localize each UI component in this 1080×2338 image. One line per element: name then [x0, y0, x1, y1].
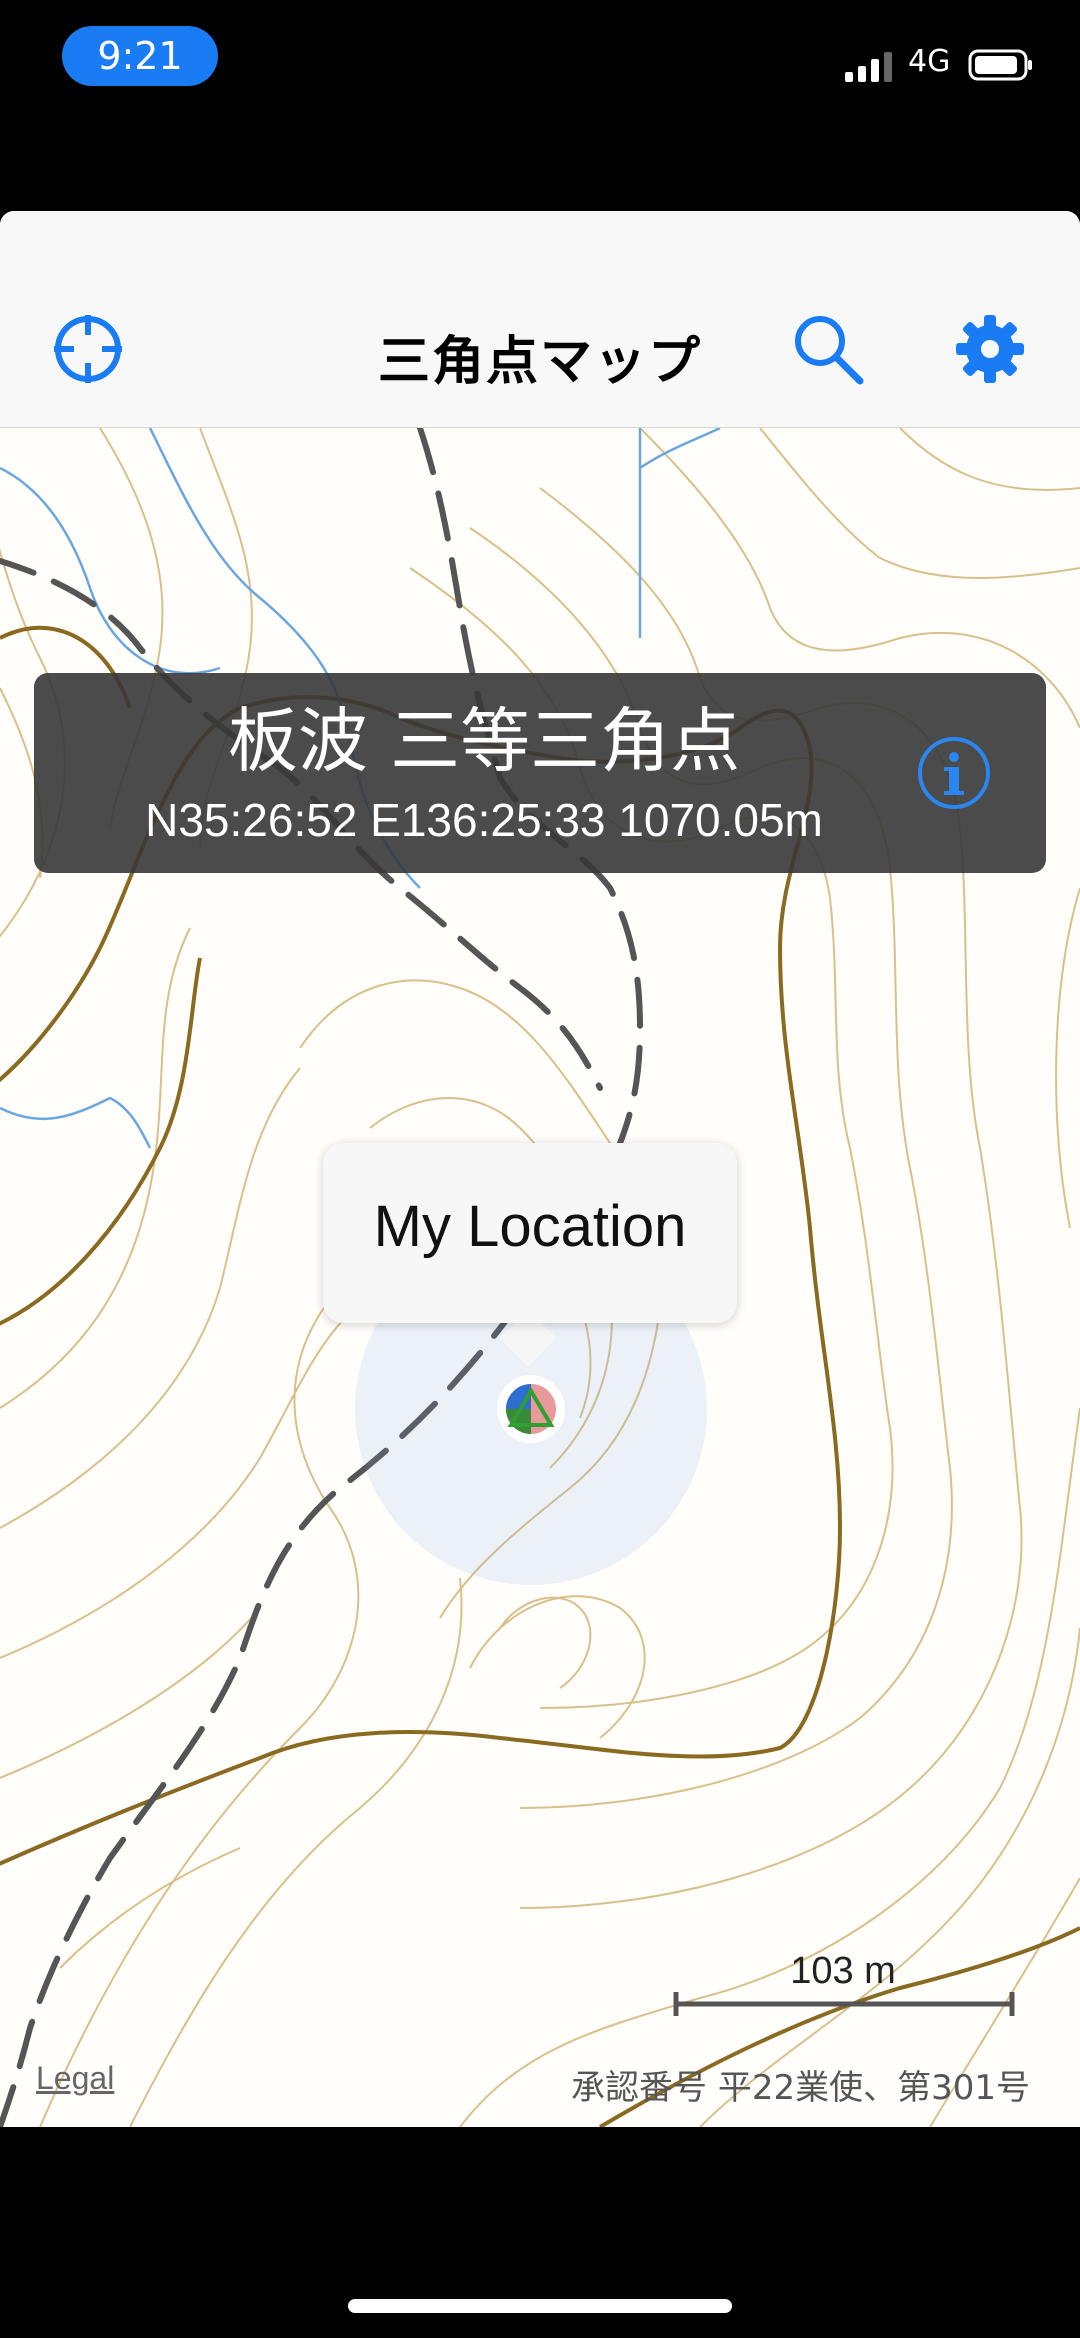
- network-type: 4G: [908, 44, 951, 79]
- navigation-bar: 三角点マップ: [0, 211, 1080, 428]
- battery-icon: [968, 49, 1032, 81]
- scale-bar: [673, 1992, 1015, 2016]
- search-icon[interactable]: [790, 311, 866, 387]
- signal-icon: [845, 52, 892, 82]
- gear-icon[interactable]: [952, 311, 1028, 387]
- status-bar: 9:21 4G: [0, 0, 1080, 130]
- home-indicator[interactable]: [348, 2299, 732, 2313]
- info-title: 板波 三等三角点: [227, 700, 741, 782]
- legal-link[interactable]: Legal: [36, 2060, 114, 2097]
- triangulation-info-panel[interactable]: 板波 三等三角点 N35:26:52 E136:25:33 1070.05m: [34, 673, 1046, 873]
- callout-label: My Location: [373, 1194, 687, 1259]
- page-title: 三角点マップ: [377, 332, 702, 392]
- info-coordinates: N35:26:52 E136:25:33 1070.05m: [145, 794, 823, 846]
- location-callout[interactable]: My Location: [323, 1143, 737, 1323]
- scale-label: 103 m: [790, 1950, 896, 1992]
- user-location-marker[interactable]: [495, 1373, 567, 1445]
- status-time: 9:21: [62, 26, 218, 86]
- map-attribution: 承認番号 平22業使、第301号: [571, 2068, 1030, 2108]
- info-icon[interactable]: [914, 733, 994, 813]
